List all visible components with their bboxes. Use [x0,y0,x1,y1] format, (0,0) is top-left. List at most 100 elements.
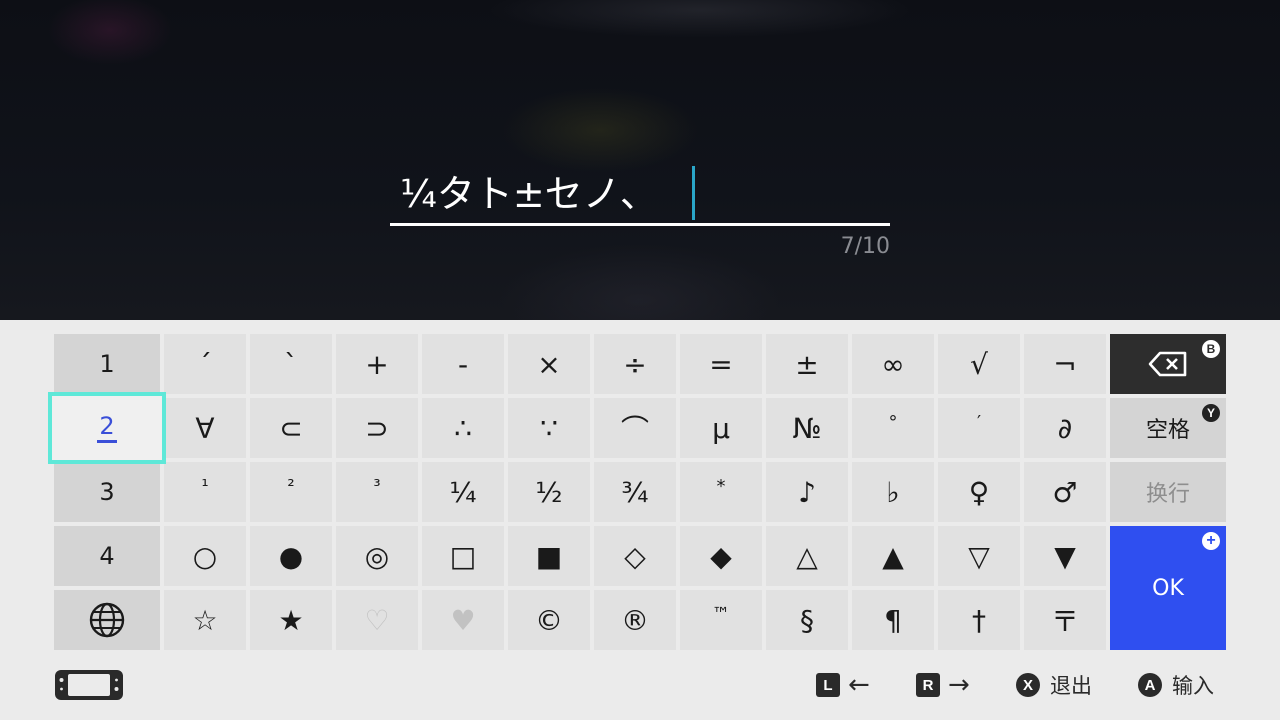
key-glyph: √ [970,347,988,381]
key-glyph: ○ [192,539,218,573]
symbol-key[interactable]: © [508,590,590,650]
symbol-key[interactable]: ´ [164,334,246,394]
symbol-key[interactable]: ∵ [508,398,590,458]
symbol-key[interactable]: ¹ [164,462,246,522]
symbol-key[interactable]: ⊂ [250,398,332,458]
ok-button[interactable]: OK + [1110,526,1226,650]
key-glyph: ½ [535,475,563,509]
symbol-key[interactable]: ♂ [1024,462,1106,522]
hint-exit[interactable]: X 退出 [1016,670,1092,700]
key-glyph: ³ [373,476,381,497]
symbol-key[interactable]: ÷ [594,334,676,394]
symbol-key[interactable]: ⌒ [594,398,676,458]
symbol-key[interactable]: ☆ [164,590,246,650]
tab-language[interactable] [54,590,160,650]
symbol-key[interactable]: ± [766,334,848,394]
symbol-key[interactable]: ● [250,526,332,586]
symbol-key[interactable]: ○ [164,526,246,586]
symbol-key[interactable]: ³ [336,462,418,522]
key-glyph: + [365,347,389,381]
key-glyph: ÷ [623,347,647,381]
symbol-key[interactable]: ¶ [852,590,934,650]
tab-2[interactable]: 2 [48,392,166,464]
space-button[interactable]: 空格 Y [1110,398,1226,458]
symbol-key[interactable]: № [766,398,848,458]
symbol-key[interactable]: + [336,334,418,394]
symbol-key[interactable]: ¼ [422,462,504,522]
key-glyph: × [537,347,561,381]
key-glyph: ♥ [450,603,476,637]
symbol-key[interactable]: ` [250,334,332,394]
hint-move-left: L ← [816,670,870,700]
symbol-key[interactable]: - [422,334,504,394]
tab-label: 4 [99,542,115,570]
tab-3[interactable]: 3 [54,462,160,522]
symbol-key[interactable]: ◇ [594,526,676,586]
symbol-key[interactable]: ° [852,398,934,458]
newline-button: 换行 [1110,462,1226,522]
symbol-key[interactable]: ∴ [422,398,504,458]
symbol-key[interactable]: ★ [250,590,332,650]
symbol-key[interactable]: ◆ [680,526,762,586]
l-button-icon: L [816,673,840,697]
backspace-button[interactable]: B [1110,334,1226,394]
symbol-key[interactable]: ▽ [938,526,1020,586]
symbol-key[interactable]: □ [422,526,504,586]
symbol-key[interactable]: ® [594,590,676,650]
text-input-value[interactable]: ¼タト±セノ、 [400,168,700,220]
symbol-key[interactable]: ∀ [164,398,246,458]
enter-label: 输入 [1172,674,1214,698]
symbol-key[interactable]: ¾ [594,462,676,522]
symbol-key[interactable]: ∂ [1024,398,1106,458]
symbol-key[interactable]: ◎ [336,526,418,586]
symbol-key[interactable]: ■ [508,526,590,586]
key-glyph: † [972,603,986,637]
symbol-key[interactable]: ♪ [766,462,848,522]
key-glyph: ¾ [621,475,649,509]
space-label: 空格 [1145,418,1190,443]
symbol-key[interactable]: ▲ [852,526,934,586]
symbol-key[interactable]: 〒 [1024,590,1106,650]
symbol-key[interactable]: § [766,590,848,650]
hint-move-right: R → [916,670,970,700]
tab-4[interactable]: 4 [54,526,160,586]
symbol-key[interactable]: √ [938,334,1020,394]
key-glyph: ★ [278,603,304,637]
symbol-key[interactable]: ∞ [852,334,934,394]
symbol-key[interactable]: ™ [680,590,762,650]
symbol-key[interactable]: △ [766,526,848,586]
blurred-background [0,0,1280,320]
symbol-key[interactable]: = [680,334,762,394]
symbol-key[interactable]: ² [250,462,332,522]
key-glyph: ¹ [201,476,209,497]
key-glyph: ´ [198,347,212,381]
symbol-key[interactable]: ▼ [1024,526,1106,586]
character-counter: 7/10 [840,234,890,259]
symbol-key[interactable]: ′ [938,398,1020,458]
key-glyph: ☆ [192,603,218,637]
arrow-left-icon: ← [848,670,870,700]
symbol-key[interactable]: × [508,334,590,394]
key-glyph: △ [796,539,818,573]
symbol-key[interactable]: ♀ [938,462,1020,522]
symbol-key[interactable]: ⊃ [336,398,418,458]
key-glyph: ▲ [882,539,904,573]
key-glyph: ¶ [884,603,902,637]
hint-enter[interactable]: A 输入 [1138,670,1214,700]
key-glyph: ∵ [540,411,558,445]
key-glyph: © [535,603,563,637]
key-glyph: µ [712,411,730,445]
symbol-key[interactable]: * [680,462,762,522]
symbol-key[interactable]: ¬ [1024,334,1106,394]
symbol-key[interactable]: ♭ [852,462,934,522]
tab-1[interactable]: 1 [54,334,160,394]
key-glyph: ♪ [798,475,816,509]
symbol-key[interactable]: † [938,590,1020,650]
symbol-key[interactable]: µ [680,398,762,458]
b-button-badge: B [1202,340,1220,358]
key-glyph: § [800,603,814,637]
tab-label: 3 [99,478,115,506]
symbol-key[interactable]: ½ [508,462,590,522]
key-glyph: ◇ [624,539,646,573]
key-glyph: ⊂ [279,411,303,445]
